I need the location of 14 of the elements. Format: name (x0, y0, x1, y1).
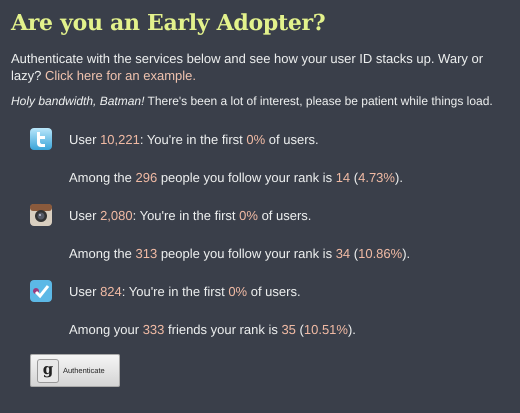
stat-text: Among your 333 friends your rank is 35 (10.51%). (69, 322, 356, 336)
stat-text: Among the 296 people you follow your rank is 14 (4.73%). (69, 170, 403, 184)
stat-text: User 824: You're in the first 0% of users. (69, 284, 301, 298)
notice-text: Holy bandwidth, Batman! There's been a lot of interest, please be patient while things load. (11, 94, 494, 108)
stat-text: User 2,080: You're in the first 0% of users. (69, 208, 312, 222)
stat-text: Among the 313 people you follow your rank is 34 (10.86%). (69, 246, 410, 260)
g-logo-icon: g (37, 358, 59, 382)
intro-text: Authenticate with the services below and see how your user ID stacks up. Wary or lazy? Click here for an example. (11, 50, 484, 84)
stat-text: User 10,221: You're in the first 0% of users. (69, 132, 319, 146)
checkmark-logo-icon (30, 280, 52, 302)
bird-logo-icon (30, 128, 52, 150)
page-title: Are you an Early Adopter? (11, 10, 326, 36)
example-link[interactable]: Click here for an example. (44, 68, 196, 83)
camera-icon (30, 204, 52, 226)
